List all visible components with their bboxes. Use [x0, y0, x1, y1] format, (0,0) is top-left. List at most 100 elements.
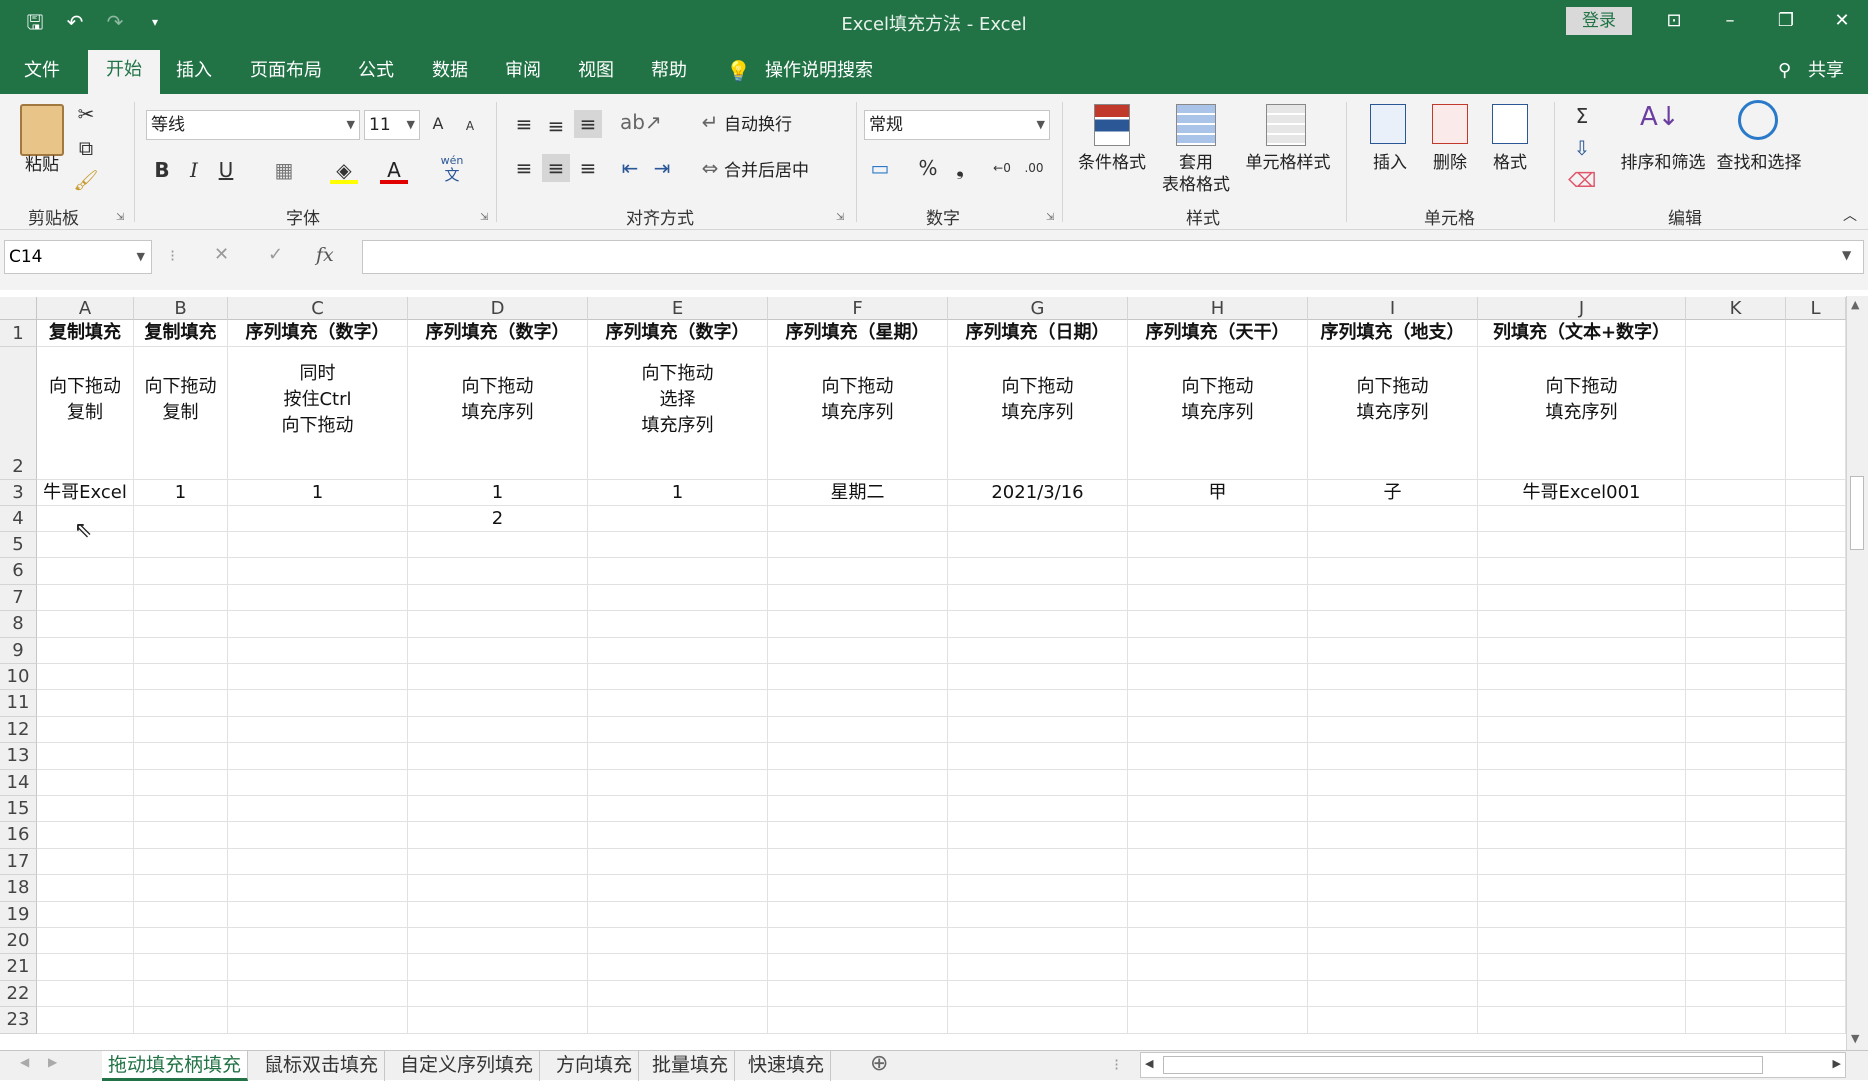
- cell-d15[interactable]: [408, 796, 588, 823]
- cell-j11[interactable]: [1478, 690, 1686, 717]
- cell-k5[interactable]: [1686, 532, 1786, 559]
- cell-f6[interactable]: [768, 558, 948, 585]
- restore-icon[interactable]: ❐: [1766, 6, 1806, 36]
- cell-a3[interactable]: 牛哥Excel: [37, 480, 134, 506]
- cell-k19[interactable]: [1686, 901, 1786, 928]
- cell-i18[interactable]: [1308, 875, 1478, 902]
- cell-d21[interactable]: [408, 954, 588, 981]
- row-header-5[interactable]: 5: [0, 532, 37, 559]
- row-header-14[interactable]: 14: [0, 769, 37, 796]
- font-launcher-icon[interactable]: ⇲: [480, 212, 488, 223]
- scroll-left-icon[interactable]: ◀: [1145, 1057, 1153, 1070]
- shrink-font-button[interactable]: A: [456, 112, 484, 140]
- row-header-1[interactable]: 1: [0, 320, 37, 347]
- align-right-icon[interactable]: ≡: [574, 154, 602, 182]
- cell-f17[interactable]: [768, 848, 948, 876]
- cell-h5[interactable]: [1128, 532, 1308, 559]
- cell-j18[interactable]: [1478, 875, 1686, 902]
- cell-f1[interactable]: 序列填充（星期）: [768, 320, 948, 347]
- underline-button[interactable]: U: [212, 156, 240, 184]
- row-header-7[interactable]: 7: [0, 584, 37, 612]
- decrease-decimal-icon[interactable]: .00: [1020, 154, 1048, 182]
- cell-c21[interactable]: [228, 954, 408, 981]
- cell-g9[interactable]: [948, 637, 1128, 664]
- cell-c22[interactable]: [228, 980, 408, 1008]
- cell-g8[interactable]: [948, 611, 1128, 638]
- cancel-icon[interactable]: ✕: [214, 244, 229, 265]
- row-header-16[interactable]: 16: [0, 822, 37, 849]
- tab-page-layout[interactable]: 页面布局: [250, 56, 322, 94]
- cell-h16[interactable]: [1128, 822, 1308, 849]
- prev-sheet-icon[interactable]: ◀: [20, 1055, 29, 1069]
- paste-button[interactable]: 粘贴: [20, 154, 64, 176]
- name-box[interactable]: C14 ▼: [4, 240, 152, 274]
- cell-e17[interactable]: [588, 848, 768, 876]
- enter-icon[interactable]: ✓: [268, 244, 283, 265]
- cell-k22[interactable]: [1686, 980, 1786, 1008]
- cell-g4[interactable]: [948, 506, 1128, 532]
- column-header-l[interactable]: L: [1786, 297, 1846, 320]
- cell-b11[interactable]: [134, 690, 228, 717]
- cell-f16[interactable]: [768, 822, 948, 849]
- column-header-b[interactable]: B: [134, 297, 228, 320]
- cell-i7[interactable]: [1308, 584, 1478, 612]
- cell-j21[interactable]: [1478, 954, 1686, 981]
- cell-g19[interactable]: [948, 901, 1128, 928]
- sheet-tab-5[interactable]: 批量填充: [646, 1051, 736, 1081]
- cell-i2[interactable]: 向下拖动 填充序列: [1308, 347, 1478, 480]
- row-header-3[interactable]: 3: [0, 480, 37, 506]
- cell-e19[interactable]: [588, 901, 768, 928]
- cell-i21[interactable]: [1308, 954, 1478, 981]
- sheet-tab-3[interactable]: 自定义序列填充: [394, 1051, 541, 1081]
- row-header-17[interactable]: 17: [0, 848, 37, 876]
- cell-h1[interactable]: 序列填充（天干）: [1128, 320, 1308, 347]
- cell-d10[interactable]: [408, 664, 588, 691]
- cell-d23[interactable]: [408, 1007, 588, 1034]
- cell-g1[interactable]: 序列填充（日期）: [948, 320, 1128, 347]
- cell-j20[interactable]: [1478, 928, 1686, 955]
- cell-g6[interactable]: [948, 558, 1128, 585]
- cell-g2[interactable]: 向下拖动 填充序列: [948, 347, 1128, 480]
- cell-i15[interactable]: [1308, 796, 1478, 823]
- column-header-k[interactable]: K: [1686, 297, 1786, 320]
- cell-b15[interactable]: [134, 796, 228, 823]
- cell-l12[interactable]: [1786, 716, 1846, 744]
- row-header-2[interactable]: 2: [0, 347, 37, 480]
- currency-icon[interactable]: ▭: [866, 154, 894, 182]
- row-header-9[interactable]: 9: [0, 637, 37, 664]
- cell-h14[interactable]: [1128, 769, 1308, 796]
- cell-i20[interactable]: [1308, 928, 1478, 955]
- cell-k17[interactable]: [1686, 848, 1786, 876]
- fill-color-icon[interactable]: ◈: [330, 156, 358, 184]
- cell-k6[interactable]: [1686, 558, 1786, 585]
- copy-icon[interactable]: ⧉: [72, 134, 100, 162]
- cell-j16[interactable]: [1478, 822, 1686, 849]
- cell-b21[interactable]: [134, 954, 228, 981]
- share-button[interactable]: 共享: [1808, 56, 1844, 94]
- cell-d16[interactable]: [408, 822, 588, 849]
- cell-l15[interactable]: [1786, 796, 1846, 823]
- row-header-10[interactable]: 10: [0, 664, 37, 691]
- cell-e16[interactable]: [588, 822, 768, 849]
- cell-e13[interactable]: [588, 743, 768, 770]
- cell-i22[interactable]: [1308, 980, 1478, 1008]
- delete-cells-button[interactable]: 删除: [1432, 152, 1468, 174]
- cell-j9[interactable]: [1478, 637, 1686, 664]
- cell-l18[interactable]: [1786, 875, 1846, 902]
- cell-f12[interactable]: [768, 716, 948, 744]
- cell-d19[interactable]: [408, 901, 588, 928]
- cell-b1[interactable]: 复制填充: [134, 320, 228, 347]
- align-center-icon[interactable]: ≡: [542, 154, 570, 182]
- cell-l11[interactable]: [1786, 690, 1846, 717]
- cell-h4[interactable]: [1128, 506, 1308, 532]
- cell-c1[interactable]: 序列填充（数字）: [228, 320, 408, 347]
- cell-b10[interactable]: [134, 664, 228, 691]
- clear-icon[interactable]: ⌫: [1568, 166, 1596, 194]
- cell-l17[interactable]: [1786, 848, 1846, 876]
- phonetic-icon[interactable]: wén 文: [438, 154, 466, 183]
- cell-c17[interactable]: [228, 848, 408, 876]
- cell-b18[interactable]: [134, 875, 228, 902]
- cell-a21[interactable]: [37, 954, 134, 981]
- cell-f18[interactable]: [768, 875, 948, 902]
- format-cells-button[interactable]: 格式: [1492, 152, 1528, 174]
